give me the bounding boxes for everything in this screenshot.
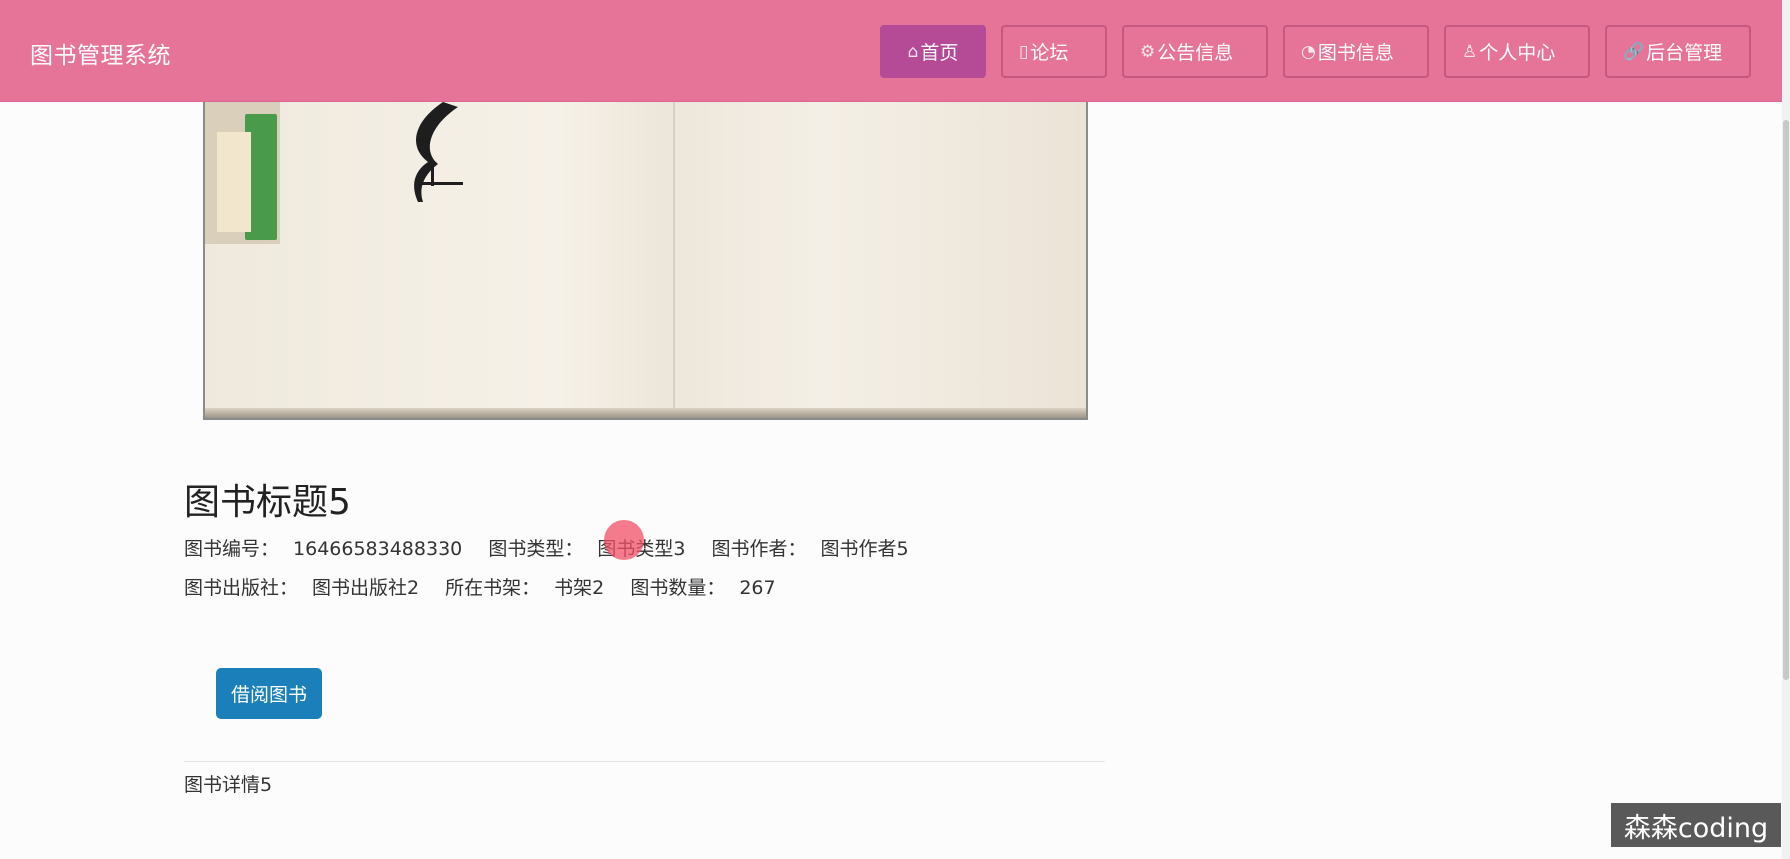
field-label-book-id: 图书编号： (184, 538, 280, 560)
cover-ornament (414, 102, 463, 202)
nav-home-button[interactable]: ⌂ 首页 (880, 25, 986, 78)
main-nav: ⌂ 首页 ▯ 论坛 ⚙ 公告信息 ◔ 图书信息 ♙ 个人中心 🔗 后台管理 (880, 25, 1751, 78)
nav-forum-label: 论坛 (1030, 42, 1069, 64)
field-value-publisher: 图书出版社2 (312, 577, 420, 599)
field-value-author: 图书作者5 (820, 538, 909, 560)
site-brand[interactable]: 图书管理系统 (30, 36, 171, 70)
nav-home-label: 首页 (920, 42, 959, 64)
book-meta-row-2: 图书出版社： 图书出版社2 所在书架： 书架2 图书数量： 267 (184, 573, 796, 600)
book-title: 图书标题5 (184, 482, 351, 523)
nav-profile-label: 个人中心 (1479, 42, 1556, 64)
field-label-shelf: 所在书架： (445, 577, 541, 599)
book-info-icon: ◔ (1301, 41, 1316, 62)
field-label-publisher: 图书出版社： (184, 577, 299, 599)
book-spine-label (217, 132, 251, 232)
link-icon: 🔗 (1623, 41, 1645, 62)
nav-forum-button[interactable]: ▯ 论坛 (1001, 25, 1107, 78)
field-value-book-id: 16466583488330 (293, 538, 463, 560)
book-meta-row-1: 图书编号：16466583488330 图书类型：图书类型3 图书作者：图书作者… (184, 534, 929, 561)
field-label-author: 图书作者： (711, 538, 807, 560)
page-scrollbar[interactable] (1782, 0, 1790, 859)
top-navbar: 图书管理系统 ⌂ 首页 ▯ 论坛 ⚙ 公告信息 ◔ 图书信息 ♙ 个人中心 🔗 … (0, 0, 1782, 102)
nav-books-button[interactable]: ◔ 图书信息 (1283, 25, 1429, 78)
field-label-quantity: 图书数量： (630, 577, 726, 599)
borrow-book-button[interactable]: 借阅图书 (216, 668, 322, 719)
section-divider (184, 761, 1105, 762)
scrollbar-thumb[interactable] (1783, 120, 1789, 680)
mouse-cursor-highlight (604, 520, 644, 560)
book-edge (205, 408, 1086, 418)
nav-books-label: 图书信息 (1317, 42, 1394, 64)
video-watermark: 森森coding (1611, 803, 1781, 847)
field-label-book-type: 图书类型： (488, 538, 584, 560)
field-value-shelf: 书架2 (554, 577, 605, 599)
book-cover-image (203, 102, 1088, 420)
book-details: 图书详情5 (184, 774, 273, 796)
nav-admin-button[interactable]: 🔗 后台管理 (1605, 25, 1751, 78)
field-value-quantity: 267 (739, 577, 776, 599)
user-icon: ♙ (1462, 41, 1478, 62)
nav-notice-button[interactable]: ⚙ 公告信息 (1122, 25, 1268, 78)
nav-admin-label: 后台管理 (1646, 42, 1723, 64)
notice-icon: ⚙ (1140, 41, 1156, 62)
forum-icon: ▯ (1019, 41, 1029, 62)
home-icon: ⌂ (907, 41, 919, 62)
page-fold (673, 102, 675, 418)
nav-notice-label: 公告信息 (1157, 42, 1234, 64)
nav-profile-button[interactable]: ♙ 个人中心 (1444, 25, 1590, 78)
